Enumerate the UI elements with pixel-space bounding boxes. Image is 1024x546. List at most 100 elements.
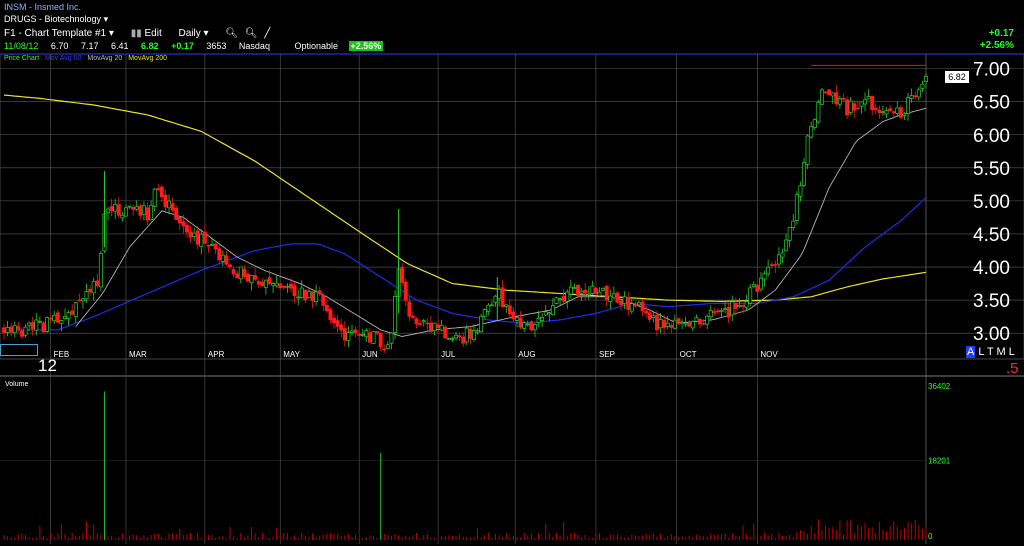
candle-body xyxy=(382,348,387,351)
candle-body xyxy=(109,206,114,211)
candle-body xyxy=(701,322,706,325)
candle-body xyxy=(371,331,376,344)
candle-body xyxy=(407,301,412,317)
candle-body xyxy=(698,318,702,325)
price-tick-label: 5.00 xyxy=(973,192,1010,213)
candle-body xyxy=(629,303,634,312)
price-tick-label: 6.00 xyxy=(973,126,1010,147)
candle-body xyxy=(324,305,329,312)
candle-body xyxy=(730,301,735,316)
candle-body xyxy=(511,311,516,320)
candle-body xyxy=(741,305,745,307)
candle-body xyxy=(572,287,577,289)
candle-body xyxy=(353,329,358,334)
candle-body xyxy=(159,186,164,198)
candle-body xyxy=(385,344,390,349)
scale-auto-button[interactable]: A xyxy=(966,346,976,358)
candle-body xyxy=(536,318,541,324)
candle-body xyxy=(644,310,649,314)
price-volume-chart[interactable]: 3.003.504.004.505.005.506.006.507.00 FEB… xyxy=(0,0,1024,546)
candle-body xyxy=(30,322,35,330)
candle-body xyxy=(299,287,304,298)
candle-body xyxy=(913,95,918,98)
candle-body xyxy=(590,285,595,294)
candle-body xyxy=(342,328,347,341)
candle-body xyxy=(77,299,82,302)
candle-body xyxy=(98,252,103,288)
candle-body xyxy=(228,264,232,268)
candle-body xyxy=(533,324,537,331)
candle-body xyxy=(475,330,480,333)
date-tick-label: MAY xyxy=(283,350,300,359)
candle-body xyxy=(712,311,717,313)
candle-body xyxy=(794,194,799,221)
candle-body xyxy=(708,310,713,318)
volume-tick-label: 18201 xyxy=(928,457,951,466)
candle-body xyxy=(411,315,415,318)
candle-body xyxy=(759,277,763,290)
candle-body xyxy=(16,326,21,330)
candle-body xyxy=(37,320,42,323)
candle-body xyxy=(360,334,365,336)
candle-body xyxy=(504,304,509,307)
candle-body xyxy=(472,330,476,340)
candle-body xyxy=(375,331,380,334)
candle-body xyxy=(855,107,860,110)
scale-options[interactable]: A L T M L xyxy=(966,346,1015,358)
candle-body xyxy=(177,216,182,224)
candle-body xyxy=(518,317,523,328)
candle-body xyxy=(776,254,781,265)
candle-body xyxy=(654,314,659,331)
candle-body xyxy=(84,291,89,300)
candle-body xyxy=(916,89,921,98)
candle-body xyxy=(141,205,146,216)
date-tick-label: NOV xyxy=(760,350,778,359)
candle-body xyxy=(680,321,684,324)
candle-body xyxy=(565,291,570,302)
price-axis: 3.00 3.50 4.00 4.50 5.00 5.50 6.00 6.50 7.00 xyxy=(973,60,1010,346)
candle-body xyxy=(339,324,344,331)
chart-grid xyxy=(0,53,1024,544)
candle-body xyxy=(73,302,78,317)
candle-body xyxy=(425,322,430,325)
candle-body xyxy=(877,109,882,113)
candle-body xyxy=(823,91,828,94)
candle-body xyxy=(5,327,10,333)
year-label: 12 xyxy=(38,356,57,375)
candle-body xyxy=(224,255,229,265)
candle-body xyxy=(145,207,150,221)
volume-tick-label: 0 xyxy=(928,532,933,541)
candle-body xyxy=(837,97,842,105)
candle-body xyxy=(791,220,796,228)
candle-body xyxy=(812,119,817,129)
candle-body xyxy=(766,266,771,275)
scroll-handle[interactable] xyxy=(0,344,38,356)
candle-body xyxy=(888,108,893,112)
candle-body xyxy=(809,125,814,138)
candle-body xyxy=(558,298,563,300)
candle-body xyxy=(167,200,171,209)
candle-body xyxy=(637,302,641,306)
candle-body xyxy=(762,273,767,280)
candle-body xyxy=(676,318,681,323)
candle-body xyxy=(436,324,441,329)
candle-body xyxy=(357,334,362,336)
scale-other-options[interactable]: L T M L xyxy=(978,346,1014,358)
candle-body xyxy=(748,287,753,304)
candle-body xyxy=(640,301,645,312)
candle-body xyxy=(723,308,728,311)
candle-body xyxy=(665,322,670,327)
candle-body xyxy=(19,330,24,337)
candle-body xyxy=(690,320,695,329)
candle-body xyxy=(274,282,279,287)
candle-body xyxy=(493,295,498,303)
candle-body xyxy=(195,230,200,245)
candle-body xyxy=(906,97,911,114)
candle-body xyxy=(816,101,821,123)
candle-body xyxy=(769,264,774,266)
candle-body xyxy=(188,231,193,238)
candle-body xyxy=(181,221,186,227)
candle-body xyxy=(231,269,236,275)
candle-body xyxy=(27,322,32,326)
date-tick-label: JUL xyxy=(441,350,456,359)
